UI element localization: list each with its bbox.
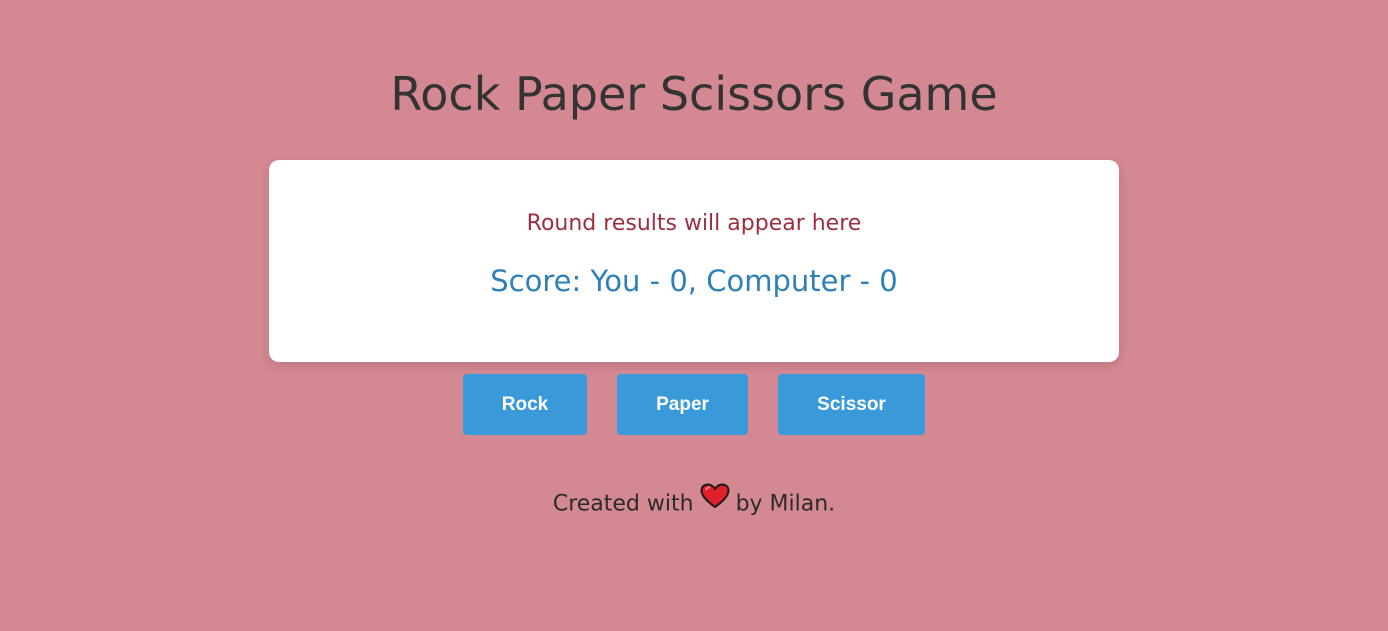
choice-buttons: Rock Paper Scissor (0, 374, 1388, 435)
footer: Created with by Milan. (0, 483, 1388, 523)
rock-button[interactable]: Rock (463, 374, 587, 435)
round-result-text: Round results will appear here (526, 211, 862, 236)
scissor-button[interactable]: Scissor (778, 374, 925, 435)
heart-icon (700, 483, 730, 520)
footer-prefix: Created with (552, 491, 694, 517)
result-card: Round results will appear here Score: Yo… (269, 160, 1119, 362)
page: Rock Paper Scissors Game Round results w… (0, 0, 1388, 631)
footer-suffix: by Milan. (735, 491, 836, 517)
page-title: Rock Paper Scissors Game (390, 67, 998, 121)
score-text: Score: You - 0, Computer - 0 (490, 264, 898, 298)
paper-button[interactable]: Paper (617, 374, 748, 435)
